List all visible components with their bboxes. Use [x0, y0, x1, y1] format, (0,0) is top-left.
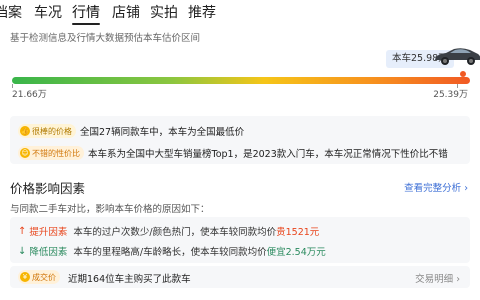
tab-condition[interactable]: 车况 [34, 4, 62, 22]
tab-store[interactable]: 店铺 [112, 4, 140, 22]
active-tab-underline [72, 23, 100, 25]
highlight-text: 全国27辆同款车中，本车为全国最低价 [80, 127, 245, 138]
factor-label: 提升因素 [29, 227, 68, 238]
tab-recommend[interactable]: 推荐 [188, 4, 216, 22]
chevron-right-icon: › [464, 183, 468, 194]
factor-text: 本车的里程略高/车龄略长，使本车较同款均价 [73, 247, 267, 258]
smile-icon: ☺ [20, 148, 30, 158]
factor-label: 降低因素 [29, 247, 68, 258]
arrow-down-icon: ↓ [18, 245, 27, 257]
deal-tag-label: 成交价 [32, 272, 56, 282]
highlight-tag: 👍 很棒的价格 [18, 124, 76, 138]
highlights-panel: 👍 很棒的价格 全国27辆同款车中，本车为全国最低价 ☺ 不错的性价比 本车系为… [10, 116, 470, 164]
thumbs-up-icon: 👍 [20, 126, 30, 136]
tab-market[interactable]: 行情 [72, 4, 100, 22]
factor-amount: 贵1521元 [276, 227, 320, 238]
deal-panel: ¥ 成交价 近期164位车主购买了此款车 交易明细 › [10, 266, 470, 288]
tab-archive[interactable]: 档案 [0, 4, 22, 22]
highlight-tag-label: 很棒的价格 [32, 126, 72, 136]
highlight-row: ☺ 不错的性价比 本车系为全国中大型车销量榜Top1，是2023款入门车，本车况… [18, 146, 448, 160]
factors-description: 与同款二手车对比，影响本车价格的原因如下： [10, 204, 210, 215]
range-high-label: 25.39万 [433, 90, 468, 100]
tab-bar: 档案 车况 行情 店铺 实拍 推荐 [0, 0, 480, 26]
car-price-marker [460, 71, 466, 77]
price-range-bar [12, 77, 470, 84]
highlight-tag: ☺ 不错的性价比 [18, 146, 84, 160]
transaction-details-link[interactable]: 交易明细 › [415, 271, 460, 285]
factors-title: 价格影响因素 [10, 181, 86, 196]
tab-photos[interactable]: 实拍 [150, 4, 178, 22]
factor-text: 本车的过户次数少/颜色热门，使本车较同款均价 [73, 227, 277, 238]
car-image [435, 48, 480, 65]
factor-row-down: ↓ 降低因素 本车的里程略高/车龄略长，使本车较同款均价 便宜2.54万元 [18, 244, 326, 259]
factor-amount: 便宜2.54万元 [266, 247, 326, 258]
highlight-row: 👍 很棒的价格 全国27辆同款车中，本车为全国最低价 [18, 124, 244, 138]
coin-icon: ¥ [20, 272, 30, 282]
arrow-up-icon: ↑ [18, 225, 27, 237]
deal-tag: ¥ 成交价 [18, 270, 60, 284]
range-low-label: 21.66万 [12, 90, 47, 100]
factors-panel: ↑ 提升因素 本车的过户次数少/颜色热门，使本车较同款均价 贵1521元 ↓ 降… [10, 217, 470, 263]
full-analysis-link[interactable]: 查看完整分析 › [404, 180, 468, 194]
deal-text: 近期164位车主购买了此款车 [68, 274, 191, 285]
highlight-text: 本车系为全国中大型车销量榜Top1，是2023款入门车，本车况正常情况下性价比不… [88, 149, 448, 160]
valuation-subtitle: 基于检测信息及行情大数据预估本车估价区间 [10, 33, 201, 44]
factor-row-up: ↑ 提升因素 本车的过户次数少/颜色热门，使本车较同款均价 贵1521元 [18, 224, 320, 239]
chevron-right-icon: › [456, 274, 460, 285]
highlight-tag-label: 不错的性价比 [32, 148, 80, 158]
